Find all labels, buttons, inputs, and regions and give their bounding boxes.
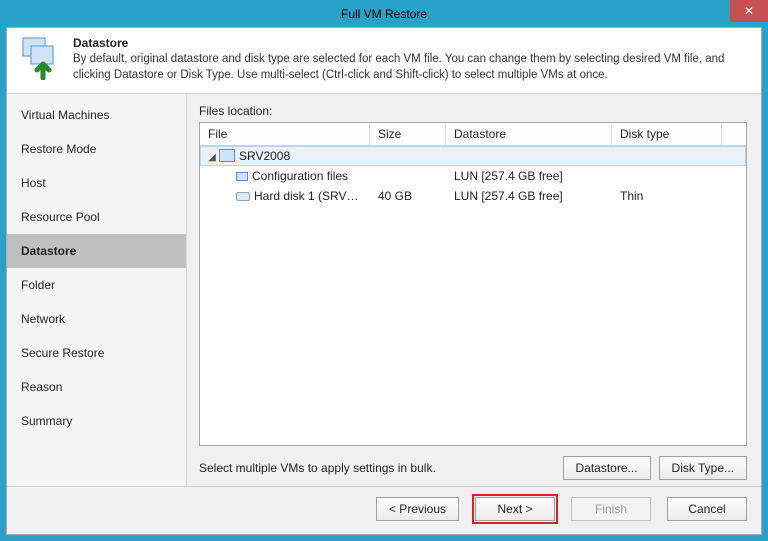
header-text: Datastore By default, original datastore…: [73, 36, 749, 83]
bulk-hint: Select multiple VMs to apply settings in…: [199, 461, 555, 475]
file-row[interactable]: Hard disk 1 (SRV200...40 GBLUN [257.4 GB…: [200, 186, 746, 206]
wizard-inner: Datastore By default, original datastore…: [6, 27, 762, 535]
col-header-datastore[interactable]: Datastore: [446, 123, 612, 145]
close-icon: ✕: [744, 5, 754, 17]
file-name: Configuration files: [252, 169, 348, 183]
wizard-header: Datastore By default, original datastore…: [7, 28, 761, 94]
sidebar-item-datastore[interactable]: Datastore: [7, 234, 186, 268]
file-datastore: LUN [257.4 GB free]: [446, 187, 612, 205]
wizard-window: Full VM Restore ✕ Datastore By default, …: [0, 0, 768, 541]
sidebar-item-restore-mode[interactable]: Restore Mode: [7, 132, 186, 166]
sidebar-item-host[interactable]: Host: [7, 166, 186, 200]
wizard-body: Virtual MachinesRestore ModeHostResource…: [7, 94, 761, 486]
datastore-button[interactable]: Datastore...: [563, 456, 651, 480]
col-header-file[interactable]: File: [200, 123, 370, 145]
file-disktype: Thin: [612, 187, 722, 205]
finish-button[interactable]: Finish: [571, 497, 651, 521]
file-disktype: [612, 174, 722, 178]
sidebar-item-network[interactable]: Network: [7, 302, 186, 336]
file-name: Hard disk 1 (SRV200...: [254, 189, 370, 203]
files-location-label: Files location:: [199, 104, 747, 118]
col-header-size[interactable]: Size: [370, 123, 446, 145]
disk-type-button[interactable]: Disk Type...: [659, 456, 747, 480]
tree-toggle-icon[interactable]: ◢: [207, 152, 217, 163]
file-row[interactable]: Configuration files LUN [257.4 GB free]: [200, 166, 746, 186]
file-size: 40 GB: [370, 187, 446, 205]
files-grid-body[interactable]: ◢ SRV2008 Configuration files LUN [257.4 GB…: [200, 146, 746, 445]
vm-name: SRV2008: [239, 149, 290, 163]
cancel-button[interactable]: Cancel: [667, 497, 747, 521]
step-heading: Datastore: [73, 36, 749, 50]
titlebar[interactable]: Full VM Restore ✕: [0, 0, 768, 27]
config-file-icon: [236, 172, 248, 181]
sidebar-item-reason[interactable]: Reason: [7, 370, 186, 404]
wizard-footer: < Previous Next > Finish Cancel: [7, 486, 761, 530]
step-sidebar: Virtual MachinesRestore ModeHostResource…: [7, 94, 187, 486]
sidebar-item-virtual-machines[interactable]: Virtual Machines: [7, 98, 186, 132]
file-size: [370, 174, 446, 178]
close-button[interactable]: ✕: [730, 0, 768, 22]
vm-icon: [221, 151, 235, 162]
files-grid-header: File Size Datastore Disk type: [200, 123, 746, 146]
file-datastore: LUN [257.4 GB free]: [446, 167, 612, 185]
previous-button[interactable]: < Previous: [376, 497, 459, 521]
sidebar-item-summary[interactable]: Summary: [7, 404, 186, 438]
sidebar-item-secure-restore[interactable]: Secure Restore: [7, 336, 186, 370]
bulk-row: Select multiple VMs to apply settings in…: [199, 446, 747, 480]
main-panel: Files location: File Size Datastore Disk…: [187, 94, 761, 486]
datastore-step-icon: [19, 36, 63, 80]
sidebar-item-folder[interactable]: Folder: [7, 268, 186, 302]
window-title: Full VM Restore: [341, 7, 427, 21]
next-button[interactable]: Next >: [475, 497, 555, 521]
col-header-disktype[interactable]: Disk type: [612, 123, 722, 145]
files-grid: File Size Datastore Disk type ◢ SRV2008 Co…: [199, 122, 747, 446]
disk-icon: [236, 192, 250, 201]
step-description: By default, original datastore and disk …: [73, 52, 749, 83]
sidebar-item-resource-pool[interactable]: Resource Pool: [7, 200, 186, 234]
vm-row[interactable]: ◢ SRV2008: [200, 146, 746, 166]
